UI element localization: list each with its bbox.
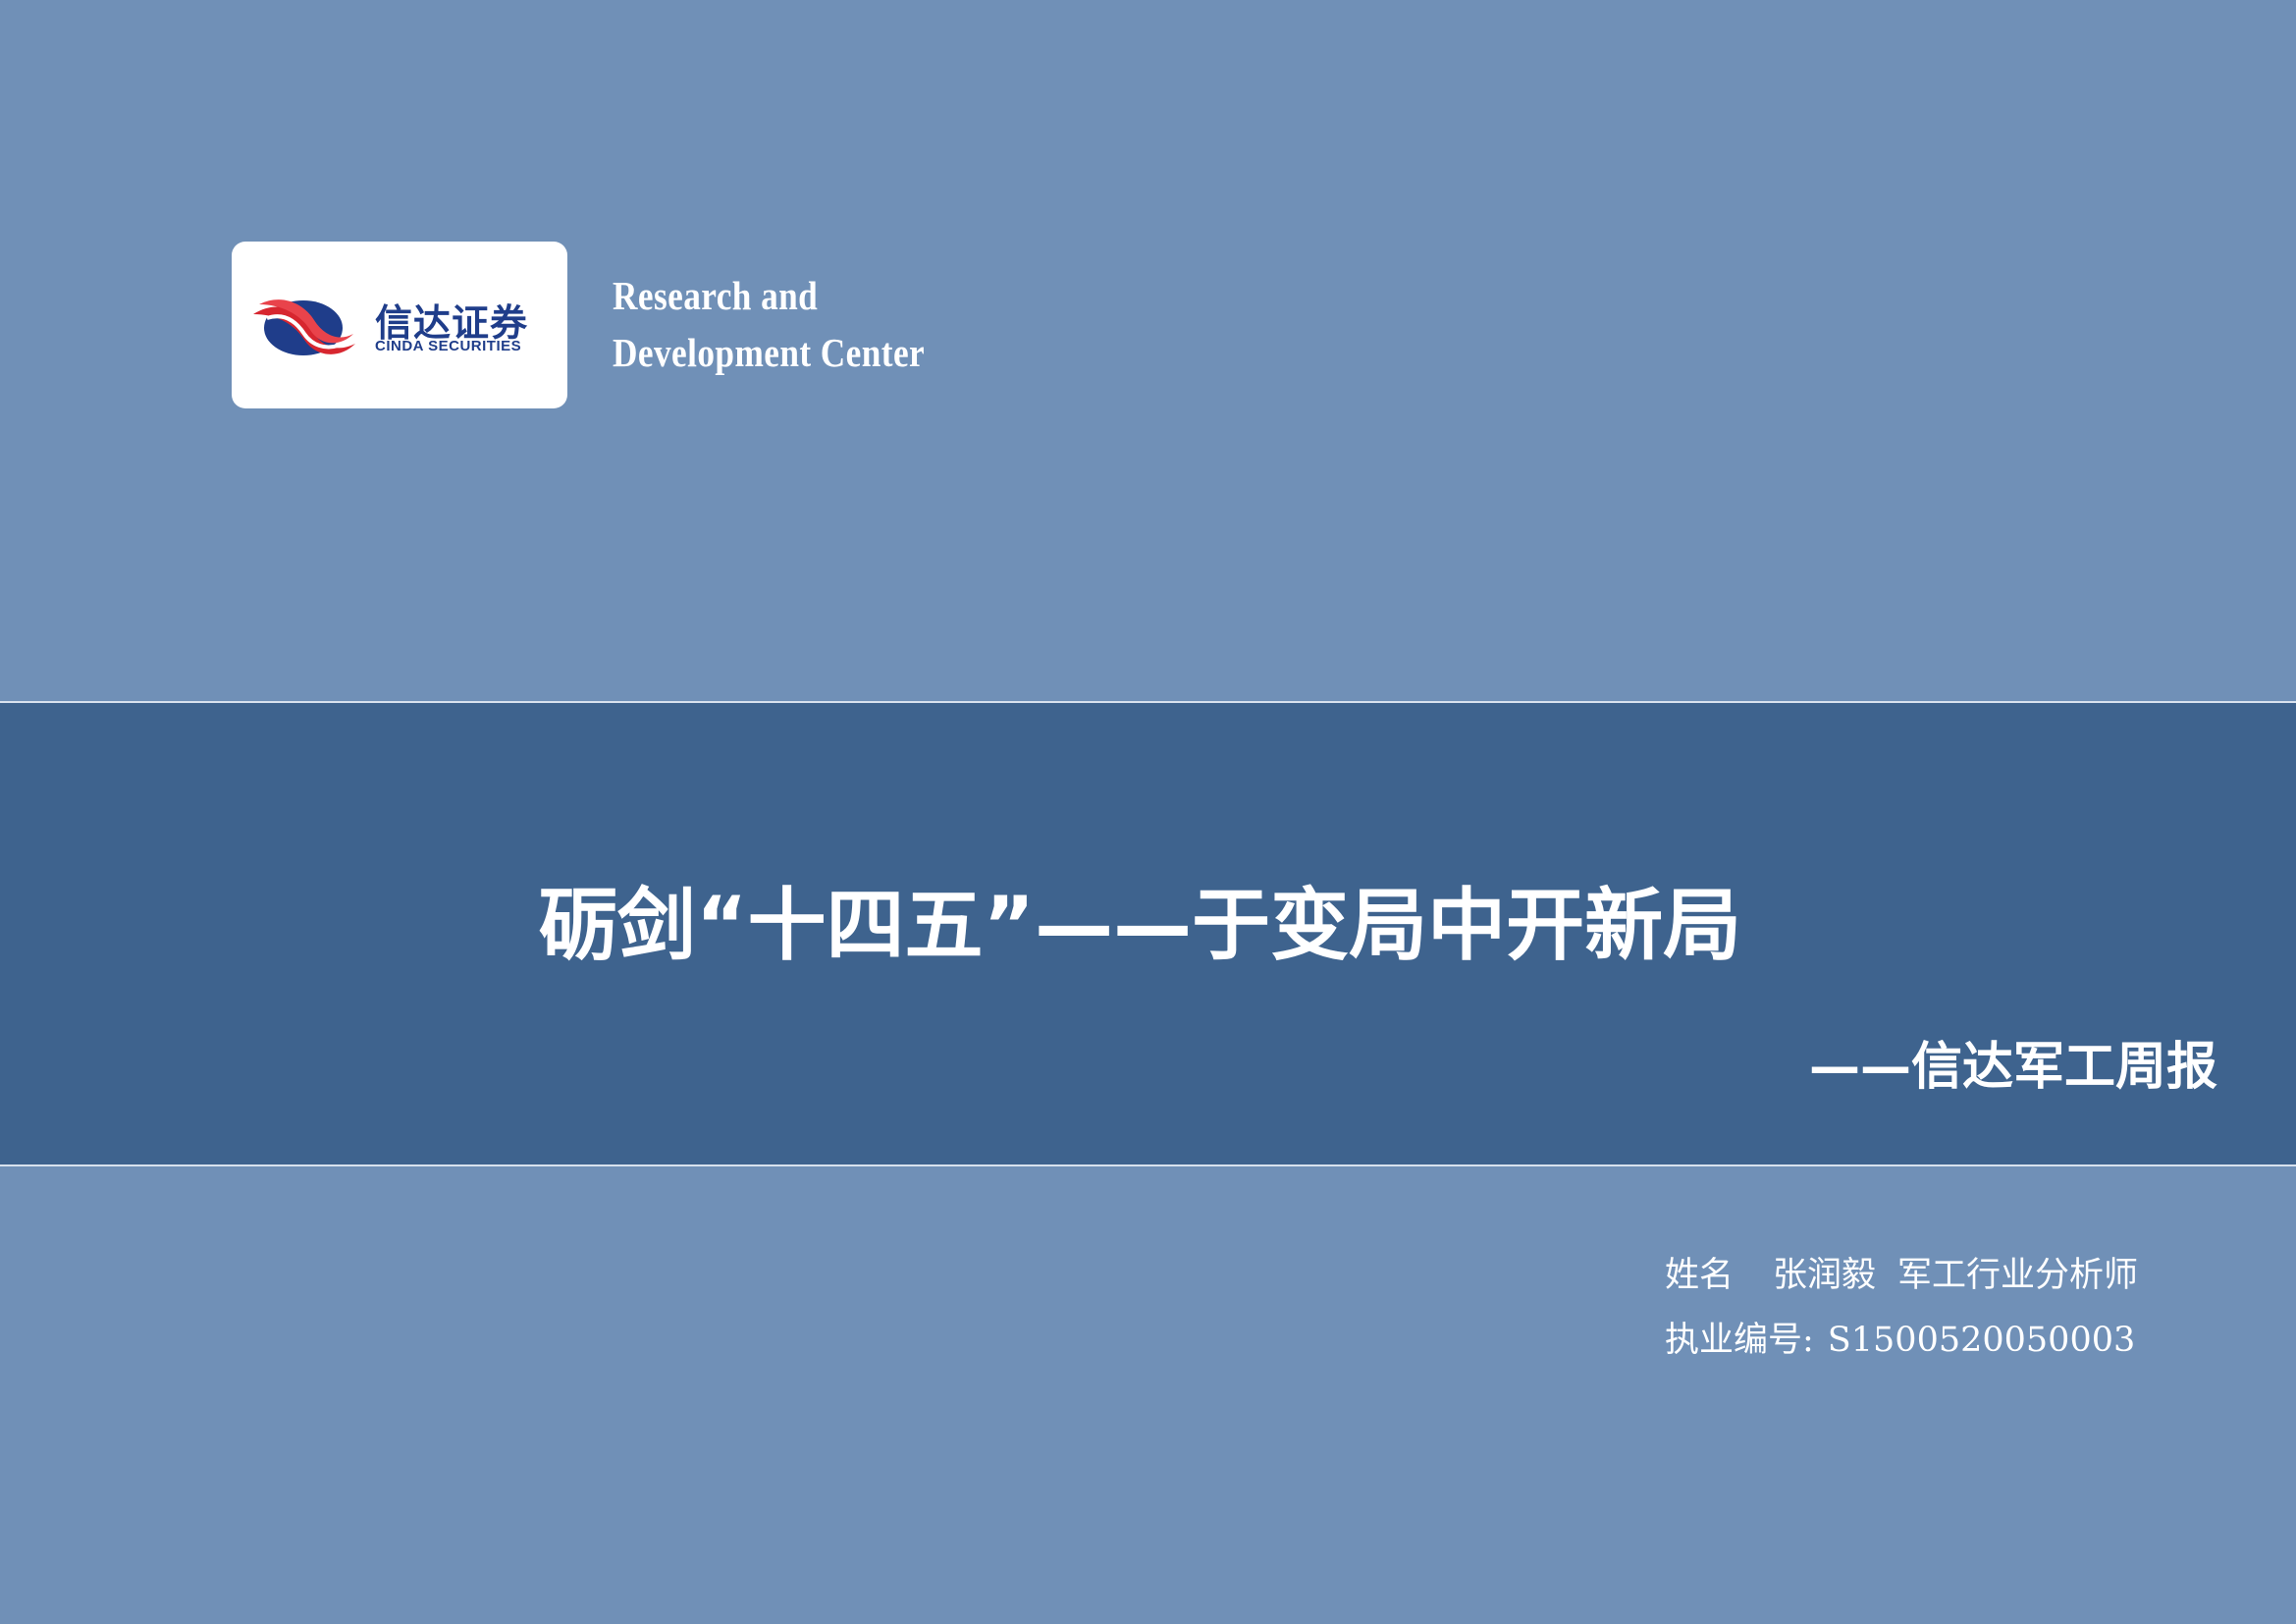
logo-card: 信达证券 CINDA SECURITIES [232,242,567,408]
analyst-license-row: 执业编号: S1500520050003 [1665,1308,2138,1373]
report-title: 砺剑“十四五”——于变局中开新局 [0,862,2296,976]
research-center-line1: Research and [613,273,819,318]
analyst-info: 姓名 张润毅 军工行业分析师 执业编号: S1500520050003 [1665,1243,2138,1373]
research-center-label: Research and Development Center [613,267,925,381]
logo-text-en: CINDA SECURITIES [375,338,522,354]
cinda-logo-icon [253,299,355,355]
research-center-line2: Development Center [613,330,926,375]
license-number: S1500520050003 [1827,1321,2136,1360]
analyst-role: 军工行业分析师 [1897,1256,2139,1295]
report-subtitle: ——信达军工周报 [1808,1038,2217,1097]
report-title-text: 砺剑“十四五”——于变局中开新局 [538,880,1742,971]
analyst-name: 张润毅 [1773,1256,1877,1295]
analyst-name-row: 姓名 张润毅 军工行业分析师 [1665,1243,2138,1308]
report-cover: 信达证券 CINDA SECURITIES Research and Devel… [0,0,2296,1624]
title-band: 砺剑“十四五”——于变局中开新局 ——信达军工周报 [0,701,2296,1166]
analyst-name-label: 姓名 [1665,1256,1735,1295]
license-label: 执业编号: [1665,1321,1814,1360]
